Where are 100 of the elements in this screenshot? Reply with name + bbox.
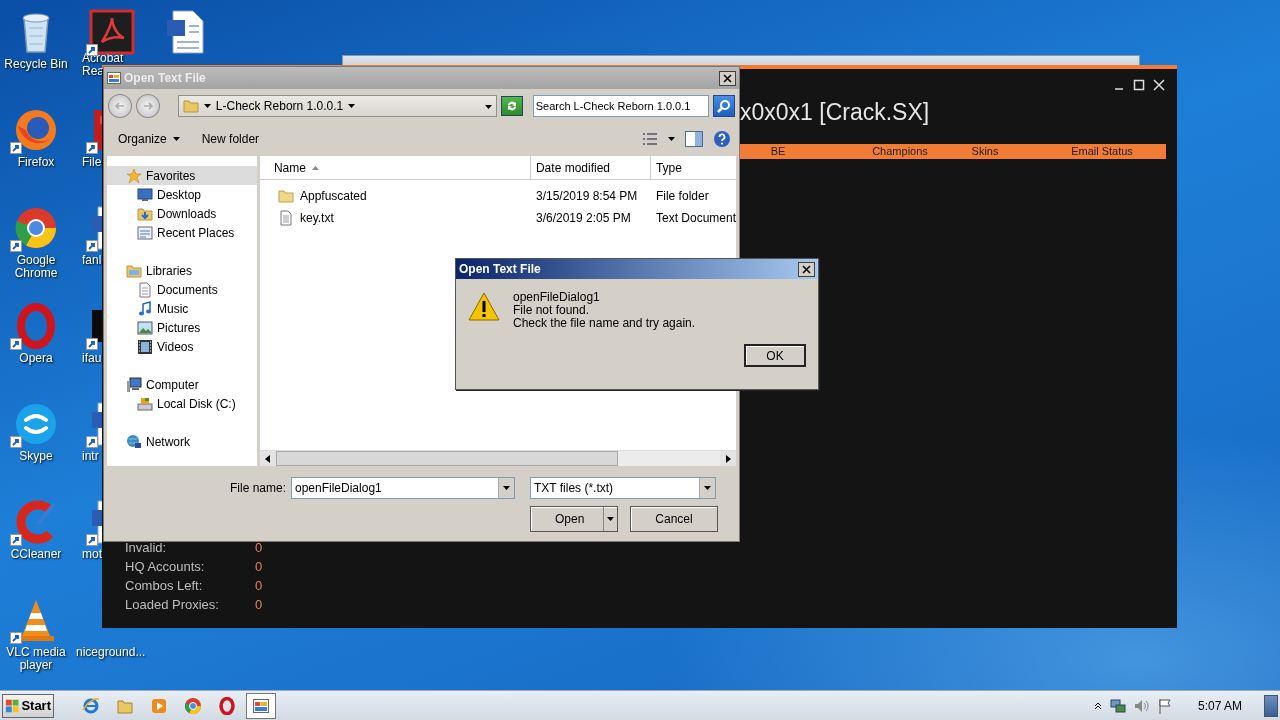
column-header[interactable]: Name (259, 156, 531, 179)
stat-value: 0 (255, 558, 263, 576)
desktop-icon-label[interactable]: Firefox (1, 156, 71, 169)
forward-button[interactable] (135, 94, 160, 118)
address-text: L-Check Reborn 1.0.0.1 (215, 98, 344, 115)
nav-item[interactable]: Libraries (107, 261, 257, 280)
nav-item[interactable]: Local Disk (C:) (107, 394, 257, 413)
desktop-icon-label[interactable]: niceground... (76, 646, 146, 659)
folder-icon (182, 98, 199, 114)
desktop-icon-label[interactable]: mot (82, 548, 102, 561)
message-text: Check the file name and try again. (513, 317, 696, 330)
file-row[interactable]: Appfuscated 3/15/2019 8:54 PM File folder (259, 185, 736, 207)
dropdown-arrow-icon (503, 486, 510, 490)
file-type: File folder (654, 188, 709, 205)
desktop-icon-label[interactable]: File (82, 156, 102, 169)
toolbar-button[interactable]: New folder (195, 128, 266, 150)
taskbar-button[interactable] (246, 692, 276, 719)
field-label: File name: (228, 480, 287, 497)
caret-icon (203, 104, 211, 108)
nav-item[interactable]: Pictures (107, 318, 257, 337)
nav-item[interactable]: Documents (107, 280, 257, 299)
arrow-left-icon (113, 100, 126, 112)
desktop-icon-label[interactable]: Google Chrome (1, 254, 71, 280)
oval-ring-icon (218, 696, 236, 715)
stat-value: 0 (255, 596, 263, 614)
desktop-icon-label[interactable]: VLC media player (1, 646, 71, 672)
nav-item[interactable]: Videos (107, 337, 257, 356)
dropdown-arrow-icon (484, 104, 492, 109)
flag-logo-icon (5, 697, 20, 714)
nav-item[interactable]: Desktop (107, 185, 257, 204)
network-icon[interactable] (1109, 697, 1126, 714)
search-button[interactable] (713, 95, 735, 117)
close-icon (802, 264, 811, 274)
arrow-right-icon (141, 100, 154, 112)
dialog-title: Open Text File (124, 70, 206, 87)
dialog-button[interactable]: Cancel (630, 506, 718, 532)
document-icon (137, 281, 153, 298)
desktop-icon-label[interactable]: Opera (1, 352, 71, 365)
stat-label: Combos Left: (125, 577, 204, 595)
nav-item[interactable]: Recent Places (107, 223, 257, 242)
desktop-icon-label[interactable]: intr (82, 450, 99, 463)
column-header: Skins (970, 144, 1000, 160)
computer-icon (126, 376, 142, 393)
stat-value: 0 (255, 577, 263, 595)
help-icon[interactable] (713, 130, 731, 148)
flag-icon[interactable] (1157, 697, 1172, 714)
column-header[interactable]: Type (650, 156, 736, 179)
address-bar[interactable]: L-Check Reborn 1.0.0.1 (177, 95, 497, 117)
show-desktop-button[interactable] (1264, 694, 1278, 717)
back-button[interactable] (108, 94, 132, 118)
stat-value: 0 (255, 539, 263, 557)
dialog-button[interactable]: Open (530, 506, 618, 532)
maximize-icon[interactable] (1133, 79, 1145, 91)
star-icon (126, 167, 142, 184)
chevron-up-icon[interactable] (1093, 701, 1102, 710)
search-icon (717, 99, 731, 113)
toolbar-button[interactable]: Organize (112, 128, 186, 150)
browser-icon (82, 696, 100, 715)
column-header[interactable]: Date modified (530, 156, 651, 179)
nav-item[interactable]: Computer (107, 375, 257, 394)
picture-icon (137, 319, 153, 336)
desktop-icon-label[interactable]: fanl (82, 254, 102, 267)
view-list-icon[interactable] (642, 132, 658, 146)
close-icon[interactable] (1153, 79, 1165, 91)
desktop-icon-label[interactable]: CCleaner (1, 548, 71, 561)
start-button[interactable]: Start (2, 693, 54, 718)
caret-icon[interactable] (668, 137, 675, 141)
stat-label: Invalid: (125, 539, 168, 557)
file-name: Appfuscated (299, 188, 367, 205)
nav-item[interactable]: Network (107, 432, 257, 451)
app-logo-icon (88, 8, 136, 56)
nav-item[interactable]: Downloads (107, 204, 257, 223)
search-field[interactable]: Search L-Check Reborn 1.0.0.1 (532, 95, 710, 117)
preview-pane-icon[interactable] (685, 131, 703, 147)
desktop-icon-label[interactable]: ifau (82, 352, 102, 365)
close-button[interactable] (798, 261, 815, 277)
message-text: openFileDialog1 (513, 291, 601, 304)
window-icon (137, 224, 153, 241)
desktop-icon-label[interactable]: Recycle Bin (1, 58, 71, 71)
nav-item[interactable]: Music (107, 299, 257, 318)
nav-item[interactable]: Favorites (107, 166, 257, 185)
close-button[interactable] (719, 70, 736, 86)
ok-button[interactable]: OK (744, 344, 806, 367)
app-window-icon (107, 71, 121, 85)
horizontal-scrollbar[interactable] (259, 450, 736, 466)
clock-time: 5:07 AM (1197, 697, 1242, 715)
desktop-icon-label[interactable]: Skype (1, 450, 71, 463)
drive-icon (137, 395, 153, 412)
file-row[interactable]: key.txt 3/6/2019 2:05 PM Text Document (259, 207, 736, 229)
file-name-field[interactable]: openFileDialog1 (291, 477, 515, 499)
arrow-right-icon (725, 454, 731, 463)
stat-label: HQ Accounts: (125, 558, 206, 576)
globe-icon (126, 433, 142, 450)
music-note-icon (137, 300, 153, 317)
message-text: File not found. (513, 304, 590, 317)
refresh-button[interactable] (500, 96, 523, 116)
file-type-dropdown[interactable]: TXT files (*.txt) (530, 477, 716, 499)
monitor-icon (137, 186, 153, 203)
file-name: key.txt (299, 210, 334, 227)
film-icon (137, 338, 153, 355)
